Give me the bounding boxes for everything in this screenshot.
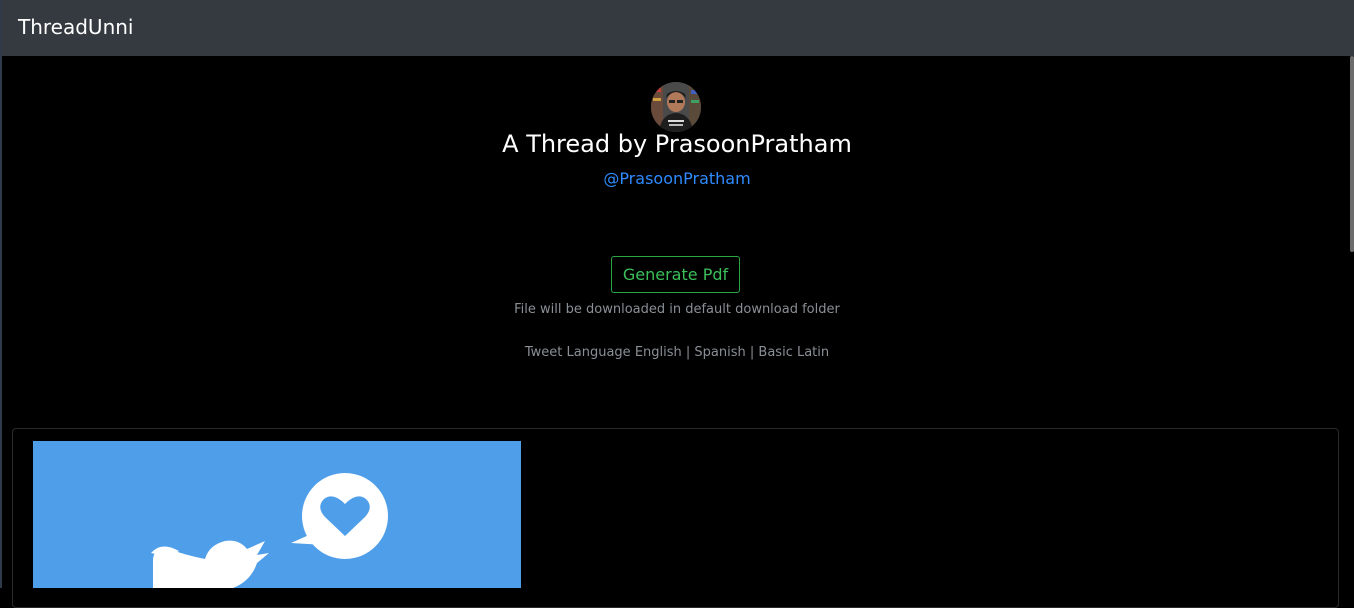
tweet-language-selector: Tweet Language English | Spanish | Basic… [0, 344, 1354, 362]
generate-pdf-button[interactable]: Generate Pdf [611, 256, 740, 293]
page-title: A Thread by PrasoonPratham [502, 130, 852, 158]
language-option-basic-latin[interactable]: Basic Latin [758, 345, 829, 360]
navbar: ThreadUnni [2, 0, 1354, 56]
language-option-spanish[interactable]: Spanish [694, 345, 745, 360]
language-option-english[interactable]: English [635, 345, 682, 360]
avatar [651, 82, 701, 132]
navbar-brand[interactable]: ThreadUnni [18, 14, 133, 40]
author-handle-link[interactable]: @PrasoonPratham [0, 169, 1354, 189]
tweet-language-label: Tweet Language [524, 345, 631, 360]
download-note: File will be downloaded in default downl… [514, 302, 840, 317]
window-left-edge [0, 0, 2, 588]
tweet-card-image [33, 441, 521, 588]
twitter-bird-heart-icon [151, 473, 388, 588]
avatar-image [651, 82, 701, 132]
